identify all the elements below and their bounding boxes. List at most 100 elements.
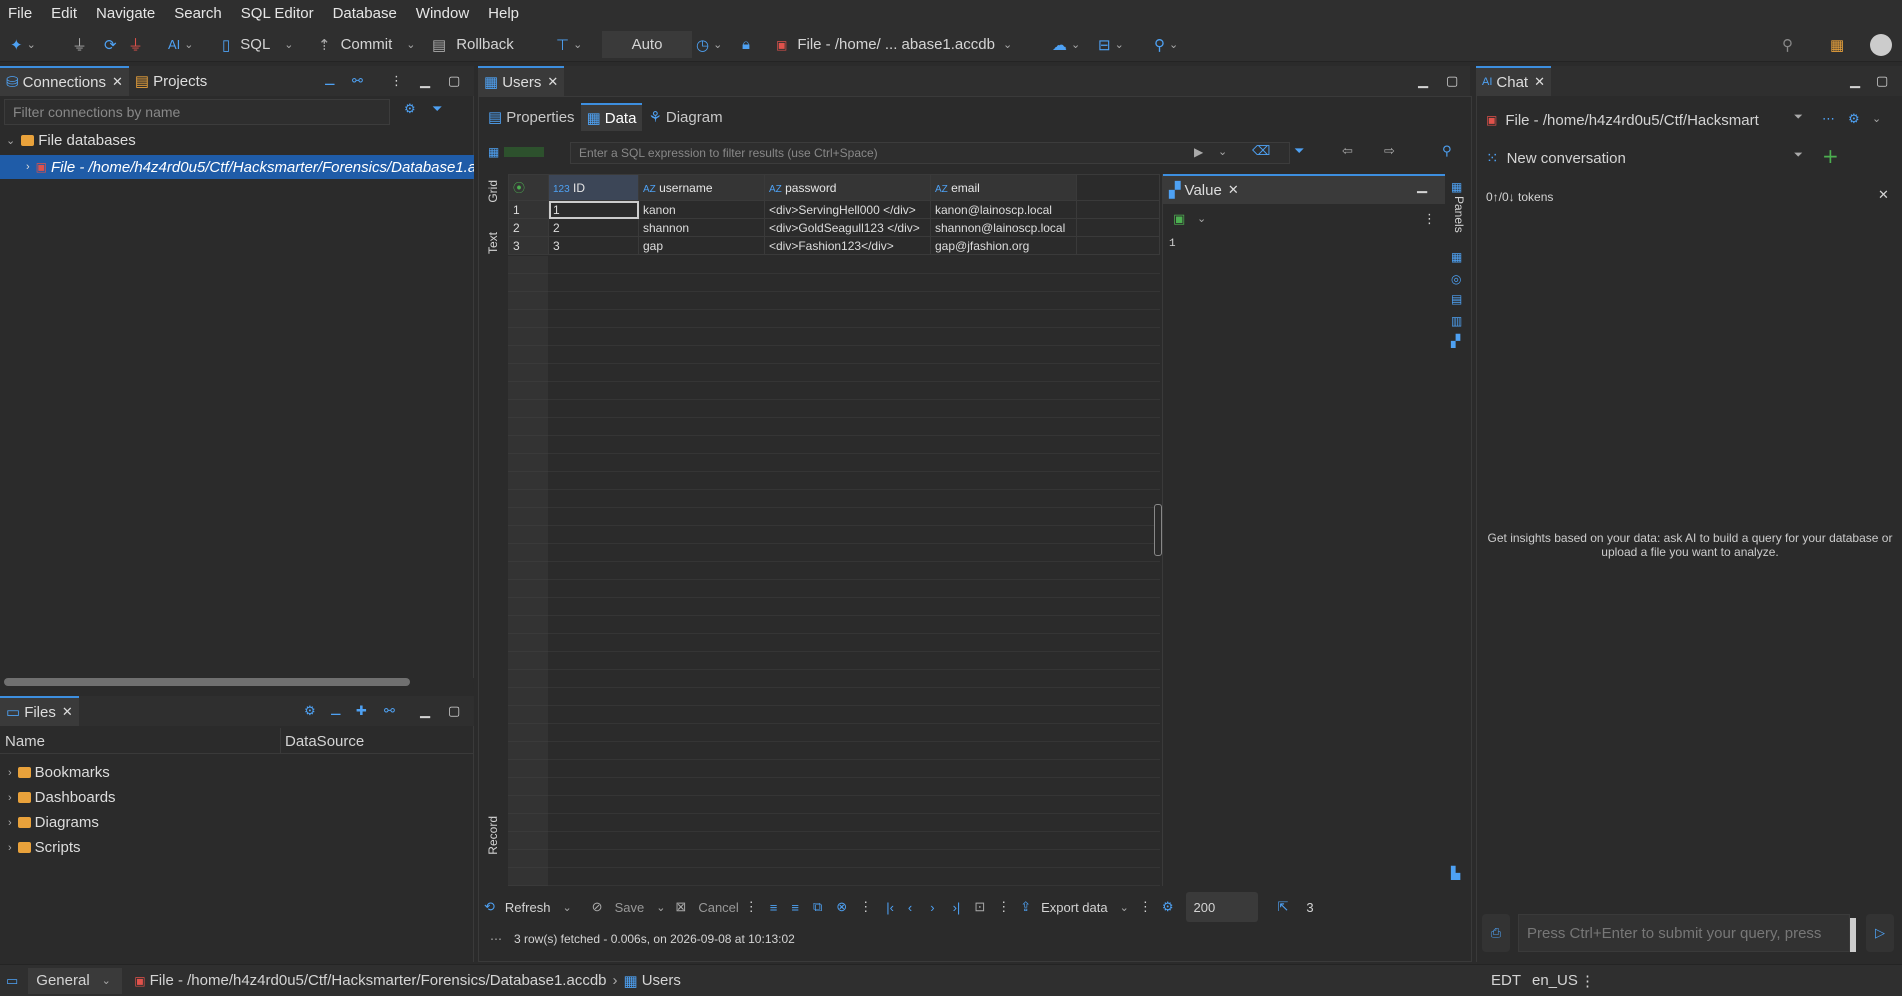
export-data-button[interactable]: Export data — [1041, 900, 1108, 915]
table-row[interactable]: 2 2 shannon <div>GoldSeagull123 </div> s… — [508, 218, 1160, 237]
tree-file-databases[interactable]: ⌄ File databases — [6, 132, 136, 149]
search-icon[interactable]: ⚲ — [1442, 144, 1452, 159]
files-item-scripts[interactable]: › Scripts — [8, 839, 81, 856]
column-header-id[interactable]: 123 ID — [548, 174, 639, 201]
maximize-icon[interactable]: ▢ — [1446, 74, 1458, 89]
cell-username[interactable]: shannon — [638, 218, 765, 237]
add-conversation-icon[interactable]: + — [1822, 144, 1839, 168]
tools-icon[interactable]: ⊟ ⌄ — [1098, 27, 1124, 62]
tab-properties[interactable]: ▤ Properties — [482, 103, 581, 131]
cloud-icon[interactable]: ☁ ⌄ — [1052, 27, 1080, 62]
gear-icon[interactable]: ⚙ — [1848, 112, 1860, 127]
files-item-diagrams[interactable]: › Diagrams — [8, 814, 99, 831]
more-icon[interactable]: ⋯ — [1822, 112, 1835, 127]
chevron-down-icon[interactable]: ⏷ — [1794, 110, 1803, 124]
send-icon[interactable]: ▷ — [1866, 914, 1894, 952]
cell-id[interactable]: 2 — [548, 218, 639, 237]
last-page-icon[interactable]: ›| — [953, 900, 961, 915]
back-icon[interactable]: ⇦ — [1342, 144, 1353, 159]
chevron-down-icon[interactable]: ⌄ — [1872, 112, 1881, 125]
avatar[interactable] — [1870, 27, 1892, 62]
tab-chat[interactable]: AI Chat ✕ — [1476, 66, 1551, 96]
filter-icon[interactable]: ⏷ — [1294, 144, 1304, 159]
transaction-mode-icon[interactable]: ⊤ ⌄ — [556, 27, 582, 62]
column-header-password[interactable]: AZ password — [764, 174, 931, 201]
cell-email[interactable]: kanon@lainoscp.local — [930, 200, 1077, 219]
tree-database-connection[interactable]: › ▣ File - /home/h4z4rd0u5/Ctf/Hacksmart… — [0, 155, 474, 179]
filter-icon[interactable]: ⏷ — [432, 102, 442, 117]
add-icon[interactable]: ✚ — [356, 704, 367, 719]
tab-connections[interactable]: ⛁ Connections ✕ — [0, 66, 129, 96]
collapse-all-icon[interactable]: ⚊ — [330, 704, 342, 719]
menu-help[interactable]: Help — [488, 5, 519, 22]
metadata-icon[interactable]: ◎ — [1451, 272, 1461, 286]
sql-editor-button[interactable]: ▯ SQL ⌄ — [222, 27, 294, 62]
record-view-tab[interactable]: Record — [486, 816, 500, 855]
tab-users[interactable]: ▦ Users ✕ — [478, 66, 565, 96]
horizontal-scrollbar[interactable] — [4, 678, 410, 686]
forward-icon[interactable]: ⇨ — [1384, 144, 1395, 159]
splitter-handle[interactable] — [1154, 504, 1162, 556]
minimize-icon[interactable]: ▁ — [420, 704, 430, 719]
prev-page-icon[interactable]: ‹ — [908, 900, 912, 915]
menu-window[interactable]: Window — [416, 5, 469, 22]
find-icon[interactable]: ⚲ ⌄ — [1154, 27, 1178, 62]
minimize-icon[interactable]: ▁ — [1418, 74, 1428, 89]
column-header-username[interactable]: AZ username — [638, 174, 765, 201]
save-button[interactable]: Save — [615, 900, 645, 915]
tab-value[interactable]: ▞ Value ✕ — [1163, 174, 1445, 204]
cancel-button[interactable]: Cancel — [698, 900, 738, 915]
cell-username[interactable]: gap — [638, 236, 765, 255]
history-icon[interactable]: ◷ ⌄ — [696, 27, 722, 62]
maximize-icon[interactable]: ▢ — [448, 74, 460, 89]
cell-password[interactable]: <div>Fashion123</div> — [764, 236, 931, 255]
tab-diagram[interactable]: ⚘ Diagram — [642, 103, 728, 131]
cell-password[interactable]: <div>GoldSeagull123 </div> — [764, 218, 931, 237]
menu-navigate[interactable]: Navigate — [96, 5, 155, 22]
files-item-dashboards[interactable]: › Dashboards — [8, 789, 116, 806]
chat-connection-selector[interactable]: ▣ File - /home/h4z4rd0u5/Ctf/Hacksmart — [1486, 106, 1806, 134]
connection-selector[interactable]: ▣ File - /home/ ... abase1.accdb ⌄ — [776, 27, 1012, 62]
ai-icon[interactable]: AI ⌄ — [168, 27, 194, 62]
transaction-mode-button[interactable]: Auto — [602, 27, 692, 62]
filter-settings-icon[interactable]: ⚙ — [404, 102, 416, 117]
filter-history-icon[interactable]: ⌄ — [1218, 145, 1227, 158]
table-row[interactable]: 1 1 kanon <div>ServingHell000 </div> kan… — [508, 200, 1160, 219]
value-content[interactable]: 1 — [1169, 238, 1176, 250]
layout-icon[interactable]: ▙ — [1451, 866, 1460, 880]
text-view-tab[interactable]: Text — [486, 232, 500, 254]
cell-password[interactable]: <div>ServingHell000 </div> — [764, 200, 931, 219]
status-path[interactable]: File - /home/h4z4rd0u5/Ctf/Hacksmarter/F… — [150, 972, 607, 989]
files-item-bookmarks[interactable]: › Bookmarks — [8, 764, 110, 781]
connect-icon[interactable]: ⏚ — [72, 27, 87, 62]
general-selector[interactable]: General ⌄ — [28, 967, 123, 994]
sql-filter-input[interactable]: Enter a SQL expression to filter results… — [570, 142, 1290, 164]
cell-id[interactable]: 3 — [548, 236, 639, 255]
value-panel-icon[interactable]: ▞ — [1451, 334, 1460, 348]
conversation-selector[interactable]: ⁙ New conversation — [1486, 144, 1806, 172]
cell-username[interactable]: kanon — [638, 200, 765, 219]
minimize-icon[interactable]: ▁ — [420, 74, 430, 89]
menu-file[interactable]: File — [8, 5, 32, 22]
chevron-down-icon[interactable]: ⏷ — [1794, 148, 1803, 162]
chart-icon[interactable]: ▥ — [1451, 314, 1462, 328]
fetch-size-input[interactable]: 200 — [1185, 892, 1258, 922]
minimize-icon[interactable]: ▁ — [1850, 74, 1860, 89]
delete-row-icon[interactable]: ⊗ — [836, 899, 847, 915]
settings-icon[interactable]: ⚙ — [1162, 899, 1174, 915]
cell-id[interactable]: 1 — [548, 200, 639, 219]
more-icon[interactable]: ⋮ — [1423, 212, 1436, 227]
menu-search[interactable]: Search — [174, 5, 222, 22]
tab-data[interactable]: ▦ Data — [580, 103, 643, 131]
maximize-icon[interactable]: ▢ — [448, 704, 460, 719]
connection-filter-input[interactable]: Filter connections by name — [4, 99, 390, 125]
perspective-icon[interactable]: ▦ — [1830, 27, 1844, 62]
search-icon[interactable]: ⚲ — [1782, 27, 1793, 62]
tab-projects[interactable]: ▤ Projects — [129, 66, 213, 96]
edit-row-icon[interactable]: ≡ — [770, 900, 778, 915]
column-datasource[interactable]: DataSource — [285, 733, 364, 750]
cell-email[interactable]: gap@jfashion.org — [930, 236, 1077, 255]
cell-email[interactable]: shannon@lainoscp.local — [930, 218, 1077, 237]
lock-icon[interactable]: 🔒︎ — [742, 27, 750, 62]
menu-database[interactable]: Database — [333, 5, 397, 22]
